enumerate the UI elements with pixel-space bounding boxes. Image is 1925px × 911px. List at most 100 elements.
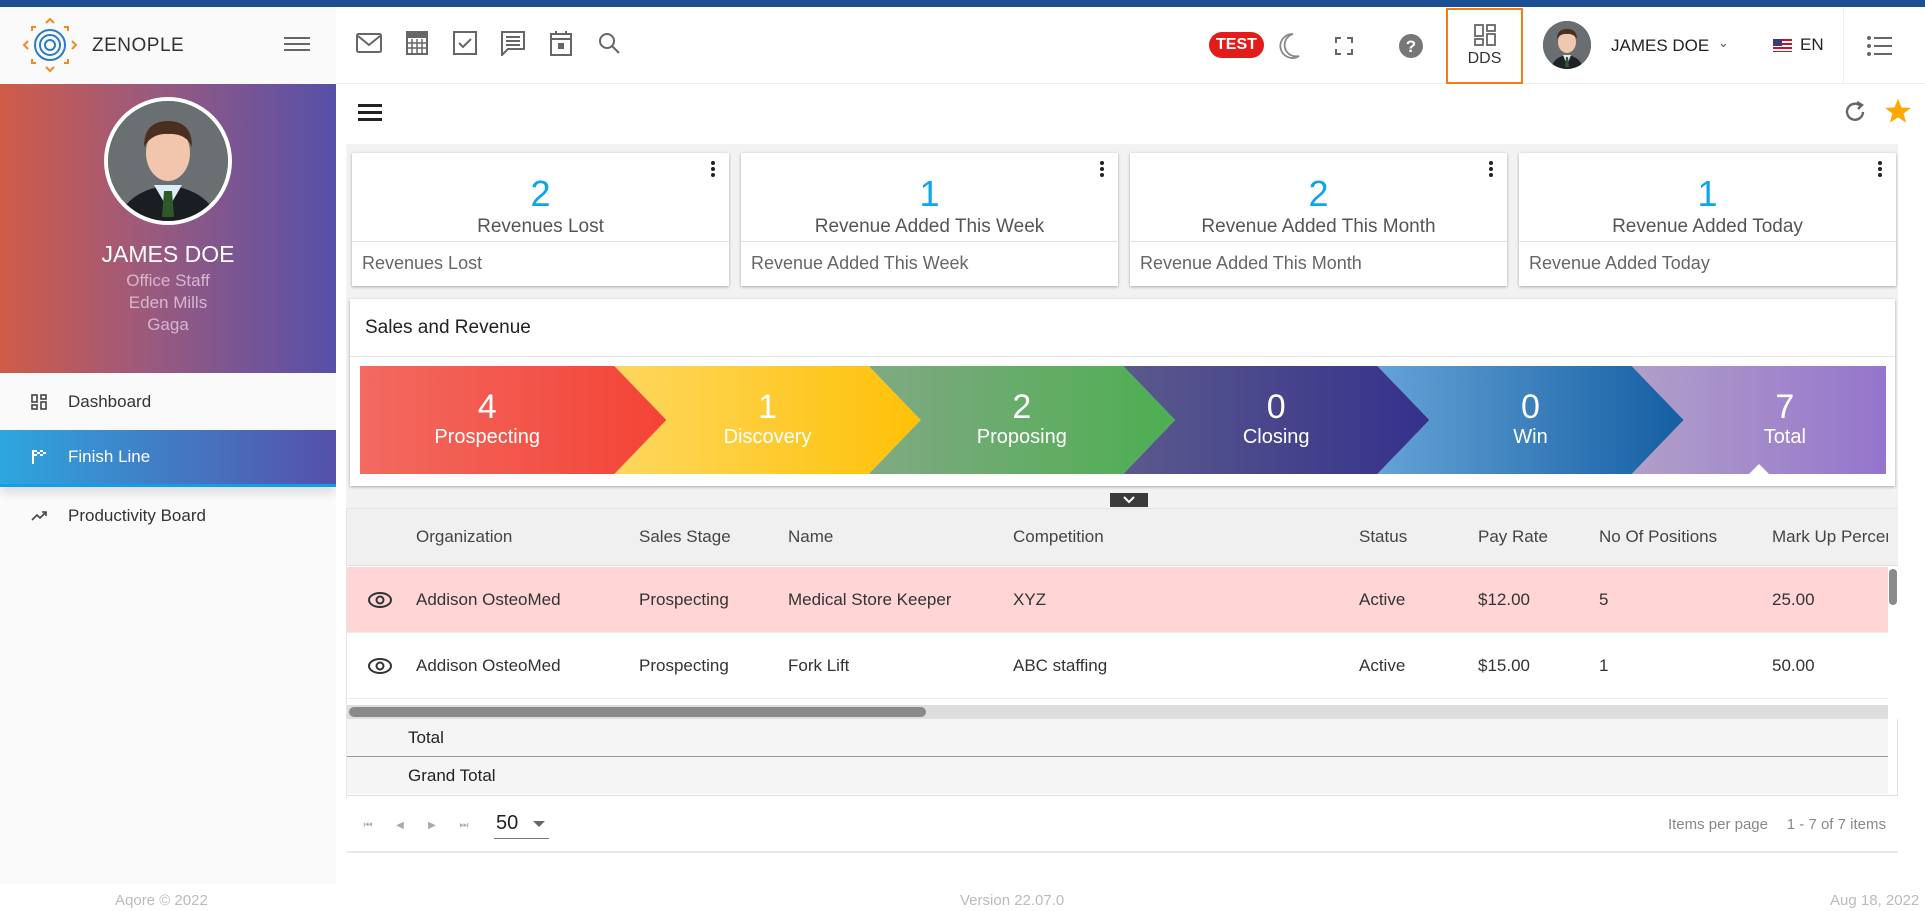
dashboard-icon	[30, 393, 48, 411]
sidebar-item-dashboard[interactable]: Dashboard	[0, 373, 336, 430]
quick-tools	[355, 27, 623, 59]
fullscreen-icon[interactable]	[1329, 31, 1359, 61]
calculator-icon[interactable]	[403, 27, 431, 59]
last-page-icon[interactable]: ⏭	[457, 818, 471, 832]
vertical-scrollbar[interactable]	[1888, 567, 1898, 719]
view-eye-icon[interactable]	[367, 656, 393, 676]
profile-location: Eden Mills	[128, 293, 208, 312]
cell-status: Active	[1359, 655, 1406, 675]
items-per-page-label: Items per page	[1667, 816, 1768, 833]
table-row[interactable]: Addison OsteoMed Prospecting Fork Lift A…	[347, 633, 1888, 699]
language-selector[interactable]: EN	[1773, 35, 1824, 55]
kpi-card-revenues-lost[interactable]: 2 Revenues Lost Revenues Lost	[352, 153, 729, 286]
dds-button[interactable]: DDS	[1446, 8, 1523, 84]
grand-total-label: Grand Total	[408, 766, 496, 785]
scrollbar-thumb[interactable]	[1889, 569, 1897, 605]
stage-count: 0	[1266, 388, 1286, 426]
kpi-title: Revenue Added This Month	[1201, 216, 1436, 237]
kpi-card-revenue-month[interactable]: 2 Revenue Added This Month Revenue Added…	[1130, 153, 1507, 286]
column-header-status[interactable]: Status	[1359, 509, 1407, 565]
help-icon[interactable]: ?	[1396, 31, 1426, 61]
previous-page-icon[interactable]: ◀	[393, 818, 407, 832]
selected-stage-indicator	[1748, 464, 1769, 474]
page-size-select[interactable]: 50	[494, 809, 549, 839]
sidebar-toggle-button[interactable]	[284, 33, 310, 55]
cell-pay-rate: $12.00	[1478, 589, 1530, 609]
favorite-star-icon[interactable]	[1884, 97, 1912, 125]
stage-prospecting[interactable]: 4 Prospecting	[360, 366, 667, 474]
kpi-value: 2	[530, 173, 551, 214]
user-menu-chevron-icon[interactable]: ⌄	[1718, 35, 1729, 51]
pager-range: 1 - 7 of 7 items	[1786, 816, 1886, 833]
panel-divider	[350, 356, 1895, 357]
profile-panel: JAMES DOE Office Staff Eden Mills Gaga	[0, 84, 336, 373]
task-checkbox-icon[interactable]	[451, 27, 479, 59]
scrollbar-thumb[interactable]	[349, 707, 926, 717]
footer-date: Aug 18, 2022	[1830, 892, 1920, 909]
sidebar-nav: Dashboard Finish Line Productivity Board	[0, 373, 336, 544]
column-header-name[interactable]: Name	[788, 509, 833, 565]
kpi-title: Revenue Added This Week	[814, 216, 1045, 237]
calendar-icon[interactable]	[547, 27, 575, 59]
environment-badge: TEST	[1209, 32, 1264, 58]
sidebar-item-productivity-board[interactable]: Productivity Board	[0, 487, 336, 544]
refresh-icon[interactable]	[1842, 99, 1868, 125]
dark-mode-moon-icon[interactable]	[1274, 31, 1304, 61]
page-size-value: 50	[496, 812, 519, 834]
column-header-competition[interactable]: Competition	[1013, 509, 1104, 565]
page-menu-button[interactable]	[358, 104, 382, 124]
next-page-icon[interactable]: ▶	[425, 818, 439, 832]
horizontal-scrollbar[interactable]	[347, 705, 1888, 719]
card-divider	[1130, 241, 1507, 242]
search-icon[interactable]	[595, 27, 623, 59]
profile-org: Gaga	[147, 315, 189, 334]
dashboard-grid-icon	[1473, 24, 1496, 46]
trending-up-icon	[30, 507, 48, 525]
column-header-organization[interactable]: Organization	[416, 509, 512, 565]
column-header-markup-percent[interactable]: Mark Up Percer	[1772, 509, 1888, 565]
language-label: EN	[1800, 35, 1824, 54]
card-divider	[741, 241, 1118, 242]
mail-icon[interactable]	[355, 27, 383, 59]
column-header-pay-rate[interactable]: Pay Rate	[1478, 509, 1548, 565]
column-header-positions[interactable]: No Of Positions	[1599, 509, 1717, 565]
cell-competition: ABC staffing	[1013, 655, 1108, 675]
zenople-logo-icon	[22, 17, 78, 73]
sidebar-item-label: Dashboard	[68, 391, 152, 411]
sidebar-item-finish-line[interactable]: Finish Line	[0, 430, 336, 487]
stage-count: 2	[1012, 388, 1032, 426]
user-avatar[interactable]	[1543, 21, 1591, 69]
column-header-sales-stage[interactable]: Sales Stage	[639, 509, 731, 565]
cell-organization: Addison OsteoMed	[416, 655, 561, 675]
cell-markup: 25.00	[1772, 589, 1815, 609]
cell-positions: 1	[1599, 655, 1609, 675]
stage-label: Total	[1763, 426, 1806, 448]
app-header: ZENOPLE TEST ? DDS JAMES DOE ⌄ EN	[0, 7, 1925, 84]
collapse-toggle-button[interactable]	[1110, 493, 1148, 507]
checkered-flag-icon	[30, 448, 48, 466]
kpi-value: 1	[1697, 173, 1718, 214]
kpi-value: 1	[919, 173, 940, 214]
kpi-card-revenue-today[interactable]: 1 Revenue Added Today Revenue Added Toda…	[1519, 153, 1896, 286]
pager: ⏮ ◀ ▶ ⏭ 50 Items per page 1 - 7 of 7 ite…	[347, 795, 1898, 853]
table-row[interactable]: Addison OsteoMed Prospecting Medical Sto…	[347, 567, 1888, 633]
list-menu-icon[interactable]	[1866, 35, 1892, 57]
sidebar-item-label: Productivity Board	[68, 505, 206, 525]
profile-name: JAMES DOE	[101, 241, 235, 267]
cell-name: Medical Store Keeper	[788, 589, 952, 609]
stage-label: Prospecting	[434, 426, 540, 448]
caret-down-icon	[533, 821, 545, 827]
view-eye-icon[interactable]	[367, 590, 393, 610]
kpi-card-revenue-week[interactable]: 1 Revenue Added This Week Revenue Added …	[741, 153, 1118, 286]
chevron-down-icon	[1123, 496, 1135, 504]
chat-icon[interactable]	[499, 27, 527, 59]
first-page-icon[interactable]: ⏮	[361, 818, 375, 832]
sidebar-item-label: Finish Line	[68, 447, 151, 466]
dds-label: DDS	[1467, 50, 1502, 67]
sales-panel-title: Sales and Revenue	[365, 317, 531, 338]
kpi-title: Revenue Added Today	[1612, 216, 1803, 237]
version: Version 22.07.0	[960, 892, 1065, 909]
grand-total-row: Grand Total	[347, 757, 1888, 794]
user-name[interactable]: JAMES DOE	[1611, 36, 1709, 56]
us-flag-icon	[1773, 38, 1792, 52]
